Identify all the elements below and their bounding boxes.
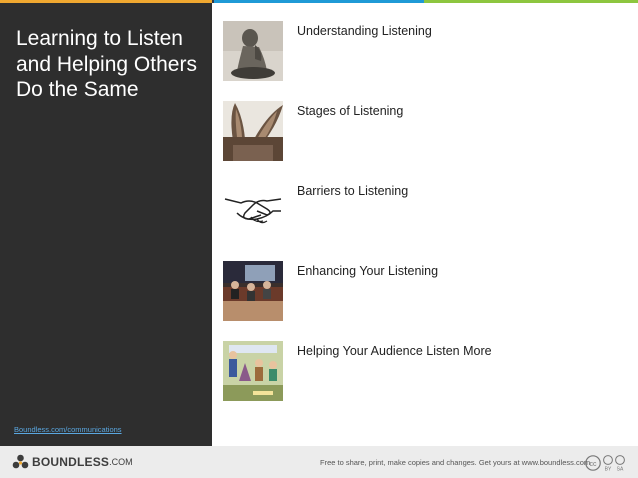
footer: BOUNDLESS .COM Free to share, print, make… [0,446,638,478]
topic-item-understanding-listening[interactable]: Understanding Listening [222,21,632,83]
statue-thinking-icon [223,21,283,81]
topic-label: Helping Your Audience Listen More [297,344,492,358]
top-bar-blue [214,0,424,3]
topic-label: Stages of Listening [297,104,404,118]
license-text: Free to share, print, make copies and ch… [320,458,591,467]
topic-label: Enhancing Your Listening [297,264,439,278]
topic-label: Barriers to Listening [297,184,409,198]
topic-label: Understanding Listening [297,24,432,38]
brand-suffix: .COM [109,457,133,467]
sidebar: Learning to Listen and Helping Others Do… [0,3,212,446]
slide-title: Learning to Listen and Helping Others Do… [16,27,197,101]
topic-item-helping-your-audience-listen-more[interactable]: Helping Your Audience Listen More [222,341,632,403]
topic-item-enhancing-your-listening[interactable]: Enhancing Your Listening [222,261,632,323]
donkey-ears-icon [223,101,283,161]
boundless-logo-icon [12,454,29,469]
presentation-cartoon-icon [223,341,283,401]
cc-by-sa-icon: cc BY SA [585,455,625,473]
communications-link[interactable]: Boundless.com/communications [14,425,122,434]
top-bar-green [424,0,638,3]
cc-label: cc [590,461,598,468]
by-label: BY [605,467,612,473]
brand-name: BOUNDLESS [32,455,110,469]
creative-commons-badge[interactable]: cc BY SA [585,454,631,472]
boundless-logo[interactable]: BOUNDLESS .COM [12,454,133,470]
topic-item-stages-of-listening[interactable]: Stages of Listening [222,101,632,163]
sa-label: SA [617,467,624,473]
panel-audience-icon [223,261,283,321]
handshake-sketch-icon [223,181,283,241]
topic-item-barriers-to-listening[interactable]: Barriers to Listening [222,181,632,243]
